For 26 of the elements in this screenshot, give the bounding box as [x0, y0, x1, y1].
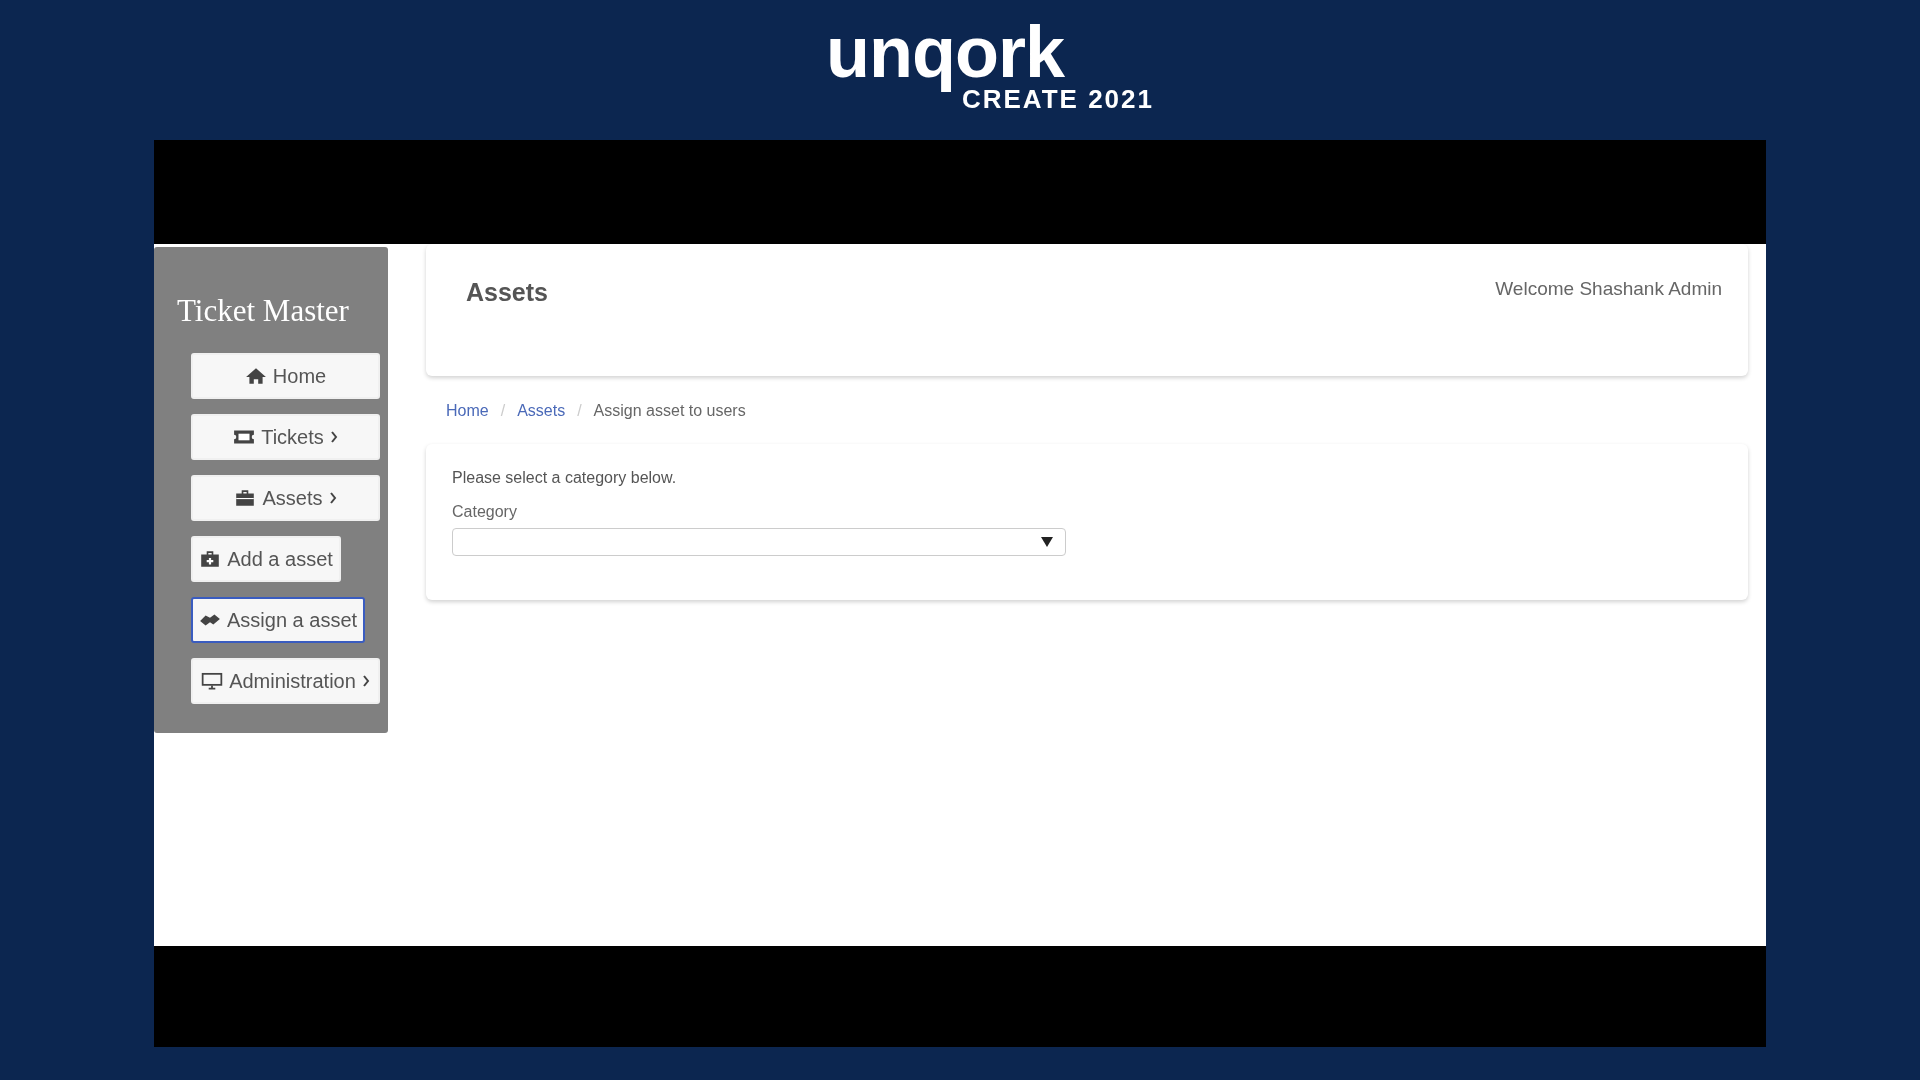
home-icon [244, 367, 267, 385]
caret-icon [1041, 537, 1053, 547]
chevron-right-icon [328, 492, 337, 504]
breadcrumb-link[interactable]: Home [446, 402, 489, 444]
app-title: Ticket Master [177, 293, 349, 329]
instruction-text: Please select a category below. [452, 469, 678, 487]
briefcase-icon [234, 489, 257, 507]
nav-button[interactable]: Home [191, 353, 380, 399]
nav-button[interactable]: Tickets [191, 414, 380, 460]
chevron-right-icon [329, 431, 338, 443]
page-title: Assets [466, 278, 548, 307]
welcome-text: Welcome Shashank Admin [1495, 278, 1722, 300]
ticket-icon [233, 428, 256, 446]
breadcrumb-link[interactable]: Assets [517, 402, 566, 444]
breadcrumb-separator: / [500, 402, 506, 421]
chevron-right-icon [361, 675, 370, 687]
breadcrumb-current: Assign asset to users [593, 402, 746, 421]
monitor-icon [201, 672, 224, 690]
nav-button[interactable]: Add a asset [191, 536, 341, 582]
nav-button[interactable]: Assign a asset [191, 597, 366, 643]
breadcrumb-separator: / [577, 402, 582, 421]
category-dropdown[interactable] [452, 528, 1066, 556]
nav-button[interactable]: Assets [191, 475, 380, 521]
nav-button[interactable]: Administration [191, 658, 380, 704]
field-label: Category [452, 503, 518, 521]
medical-kit-icon [199, 550, 222, 568]
